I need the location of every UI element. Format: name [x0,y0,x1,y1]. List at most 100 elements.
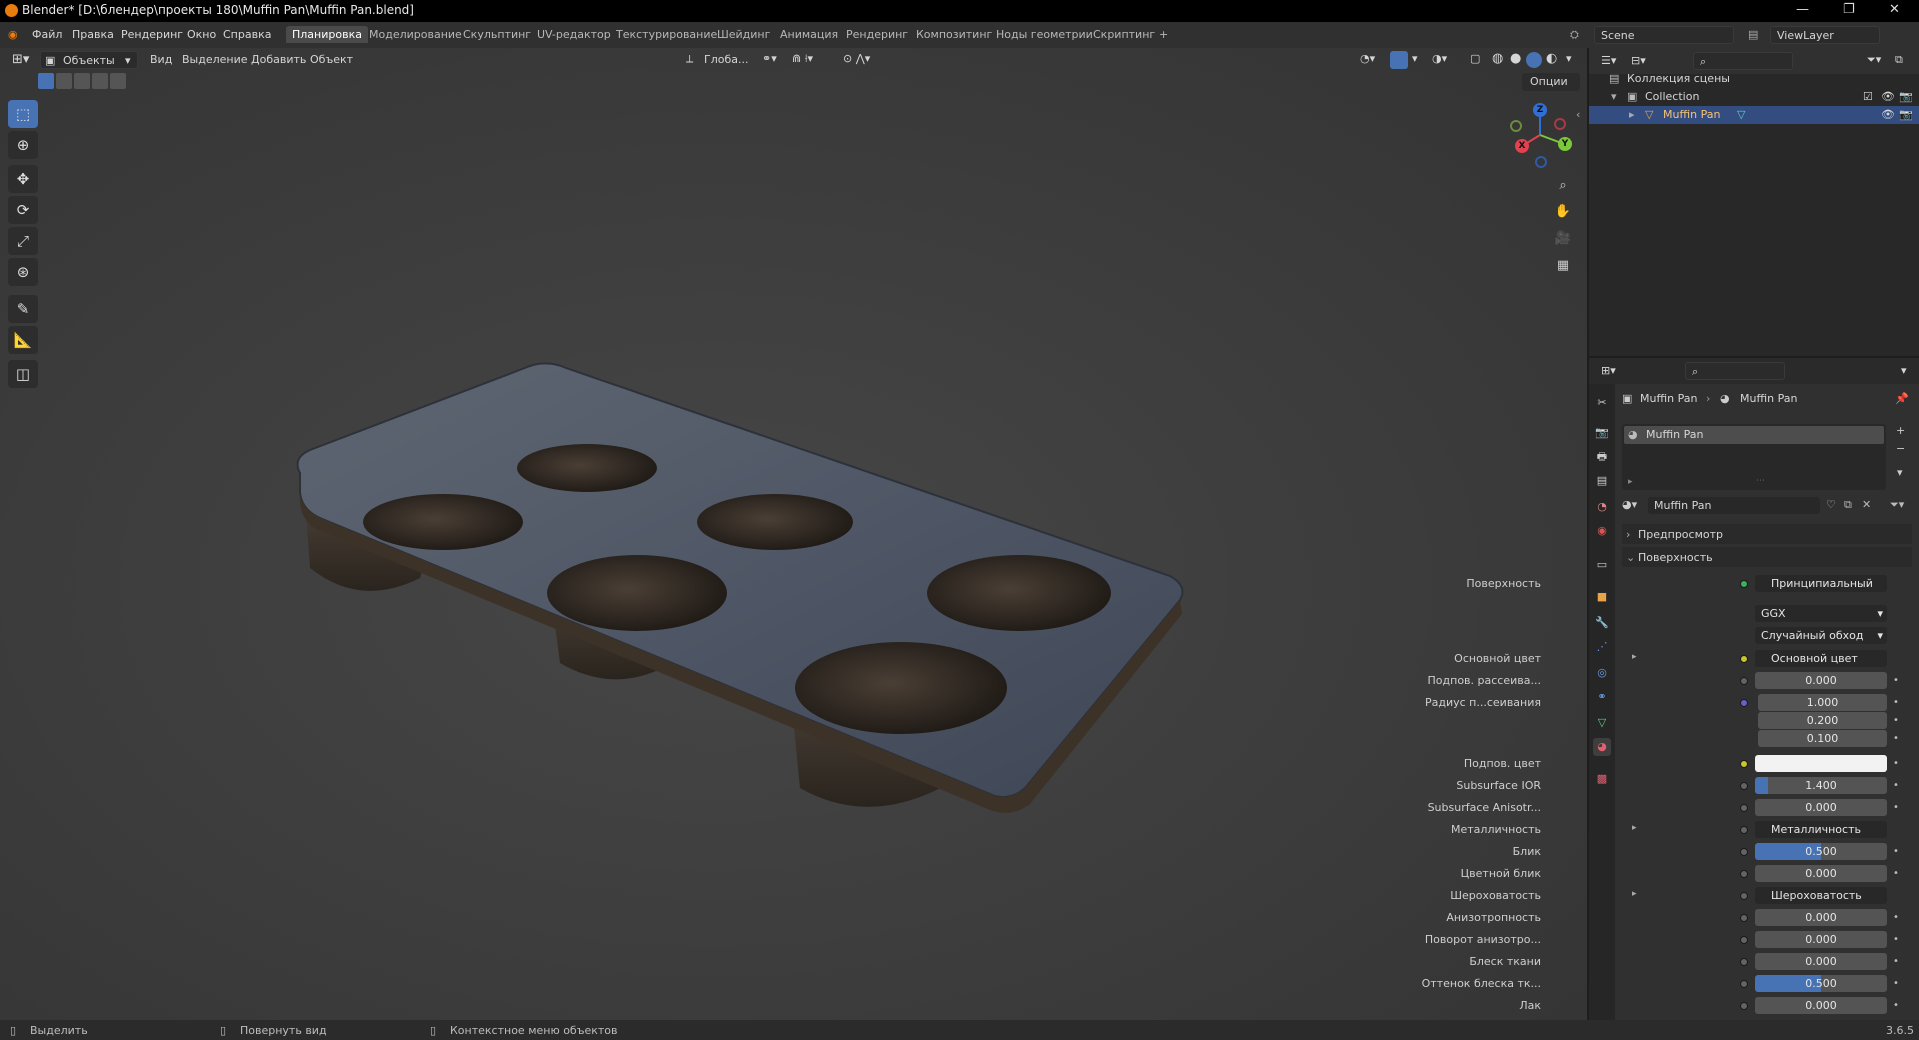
move-tool-icon[interactable]: ✥ [8,165,38,193]
keyframe-dot-icon[interactable]: • [1893,978,1899,989]
perspective-grid-icon[interactable]: ▦ [1551,253,1575,277]
subsurface-anisotropy-socket-icon[interactable] [1740,804,1748,812]
menu-help[interactable]: Справка [223,28,271,41]
tab-shading[interactable]: Шейдинг [717,28,770,41]
solid-shading-icon[interactable]: ● [1510,51,1521,66]
wireframe-shading-icon[interactable]: ◍ [1492,51,1503,66]
add-slot-icon[interactable]: + [1896,424,1905,437]
gizmo-toggle-icon[interactable] [1390,51,1408,69]
add-cube-tool-icon[interactable]: ◫ [8,360,38,388]
material-slot-row[interactable]: ◕ Muffin Pan [1624,426,1884,444]
expand-arrow-icon[interactable]: ▸ [1632,889,1637,899]
filter-icon[interactable]: ⏷▾ [1890,498,1904,512]
clearcoat-field[interactable]: 0.000 [1755,997,1887,1014]
panel-preview-header[interactable]: › Предпросмотр [1622,524,1912,544]
outliner-row-scene-collection[interactable]: ▤ Коллекция сцены [1589,70,1919,88]
subsurface-method-dropdown[interactable]: Случайный обход ▾ [1755,627,1887,644]
subsurface-radius-socket-icon[interactable] [1740,699,1748,707]
collection-tab-icon[interactable]: ▭ [1593,556,1611,574]
keyframe-dot-icon[interactable]: • [1893,956,1899,967]
keyframe-dot-icon[interactable]: • [1893,675,1899,686]
keyframe-dot-icon[interactable]: • [1893,733,1899,744]
view-layer-selector[interactable]: ViewLayer [1770,26,1880,44]
tab-geometry-nodes[interactable]: Ноды геометрии [996,28,1093,41]
menu-window[interactable]: Окно [187,28,216,41]
filter-icon[interactable]: ⏷▾ [1867,53,1881,67]
subsurface-radius-x-field[interactable]: 1.000 [1758,694,1887,711]
keyframe-dot-icon[interactable]: • [1893,758,1899,769]
select-invert-icon[interactable] [92,73,108,89]
tab-layout[interactable]: Планировка [286,26,368,43]
eye-icon[interactable]: 👁 [1881,108,1895,121]
sheen-field[interactable]: 0.000 [1755,953,1887,970]
panel-surface-header[interactable]: ⌄ Поверхность [1622,547,1912,567]
new-collection-icon[interactable]: ⧉ [1895,53,1903,67]
tab-modeling[interactable]: Моделирование [369,28,462,41]
texture-tab-icon[interactable]: ▩ [1593,770,1611,788]
gizmo-x-axis[interactable]: X [1515,139,1529,153]
menu-add[interactable]: Добавить [251,53,306,66]
close-icon[interactable]: ✕ [1889,2,1900,17]
annotate-tool-icon[interactable]: ✎ [8,295,38,323]
scale-tool-icon[interactable]: ⤢ [8,227,38,255]
subsurface-color-socket-icon[interactable] [1740,760,1748,768]
metallic-socket-icon[interactable] [1740,826,1748,834]
resize-handle-icon[interactable]: ⋯ [1756,476,1765,486]
material-tab-icon[interactable]: ◕ [1593,738,1611,756]
tab-rendering[interactable]: Рендеринг [846,28,908,41]
select-extend-icon[interactable] [56,73,72,89]
gizmo-neg-x[interactable] [1554,118,1566,130]
roughness-socket-icon[interactable] [1740,892,1748,900]
metallic-link-field[interactable]: Металличность [1755,821,1887,838]
modifier-tab-icon[interactable]: 🔧 [1593,614,1611,632]
render-tab-icon[interactable]: 📷 [1593,424,1611,442]
proportional-edit-icon[interactable]: ⊙ ⋀▾ [843,52,870,65]
blender-menu-icon[interactable]: ◉ [8,28,18,41]
select-subtract-icon[interactable] [74,73,90,89]
expand-arrow-icon[interactable]: ▸ [1628,477,1633,487]
tab-animation[interactable]: Анимация [780,28,838,41]
constraints-tab-icon[interactable]: ⚭ [1593,688,1611,706]
remove-slot-icon[interactable]: − [1896,442,1905,455]
unlink-icon[interactable]: ✕ [1862,498,1871,511]
tab-uv-editing[interactable]: UV-редактор [537,28,611,41]
output-tab-icon[interactable]: 🖶 [1593,448,1611,466]
visibility-icon[interactable]: ◔▾ [1360,52,1375,65]
expand-arrow-icon[interactable]: ▾ [1611,90,1617,103]
surface-socket-icon[interactable] [1740,580,1748,588]
xray-icon[interactable]: ▢ [1470,52,1480,65]
expand-arrow-icon[interactable]: ▸ [1632,823,1637,833]
overlay-icon[interactable]: ◑▾ [1432,52,1447,65]
subsurface-radius-z-field[interactable]: 0.100 [1758,730,1887,747]
menu-render[interactable]: Рендеринг [121,28,183,41]
distribution-dropdown[interactable]: GGX ▾ [1755,605,1887,622]
camera-view-icon[interactable]: 🎥 [1551,226,1575,250]
sheen-tint-socket-icon[interactable] [1740,980,1748,988]
subsurface-ior-field[interactable]: 1.400 [1755,777,1887,794]
keyframe-dot-icon[interactable]: • [1893,697,1899,708]
outliner-row-collection[interactable]: ▾ ▣ Collection ☑ 👁 📷 [1589,88,1919,106]
keyframe-dot-icon[interactable]: • [1893,780,1899,791]
expand-arrow-icon[interactable]: ▸ [1632,652,1637,662]
object-tab-icon[interactable]: ■ [1593,588,1611,606]
navigation-gizmo[interactable]: Z Y X [1500,100,1580,170]
chevron-down-icon[interactable]: ▾ [1897,466,1903,479]
camera-icon[interactable]: 📷 [1899,108,1913,121]
menu-edit[interactable]: Правка [72,28,114,41]
transform-orientation-selector[interactable]: Глоба... [704,53,748,66]
options-dropdown[interactable]: Опции [1522,73,1580,91]
pin-icon[interactable]: 📌 [1895,392,1909,405]
transform-tool-icon[interactable]: ⊛ [8,258,38,286]
select-box-tool-icon[interactable]: ⬚ [8,100,38,128]
menu-view[interactable]: Вид [150,53,172,66]
pan-hand-icon[interactable]: ✋ [1551,199,1575,223]
zoom-icon[interactable]: ⌕ [1551,173,1575,197]
expand-arrow-icon[interactable]: ▸ [1629,108,1635,121]
menu-object[interactable]: Объект [310,53,353,66]
subsurface-field[interactable]: 0.000 [1755,672,1887,689]
pivot-icon[interactable]: ⚭▾ [762,52,777,65]
chevron-down-icon[interactable]: ▾ [1566,52,1572,65]
data-tab-icon[interactable]: ▽ [1593,714,1611,732]
tab-compositing[interactable]: Композитинг [916,28,992,41]
camera-icon[interactable]: 📷 [1899,90,1913,103]
